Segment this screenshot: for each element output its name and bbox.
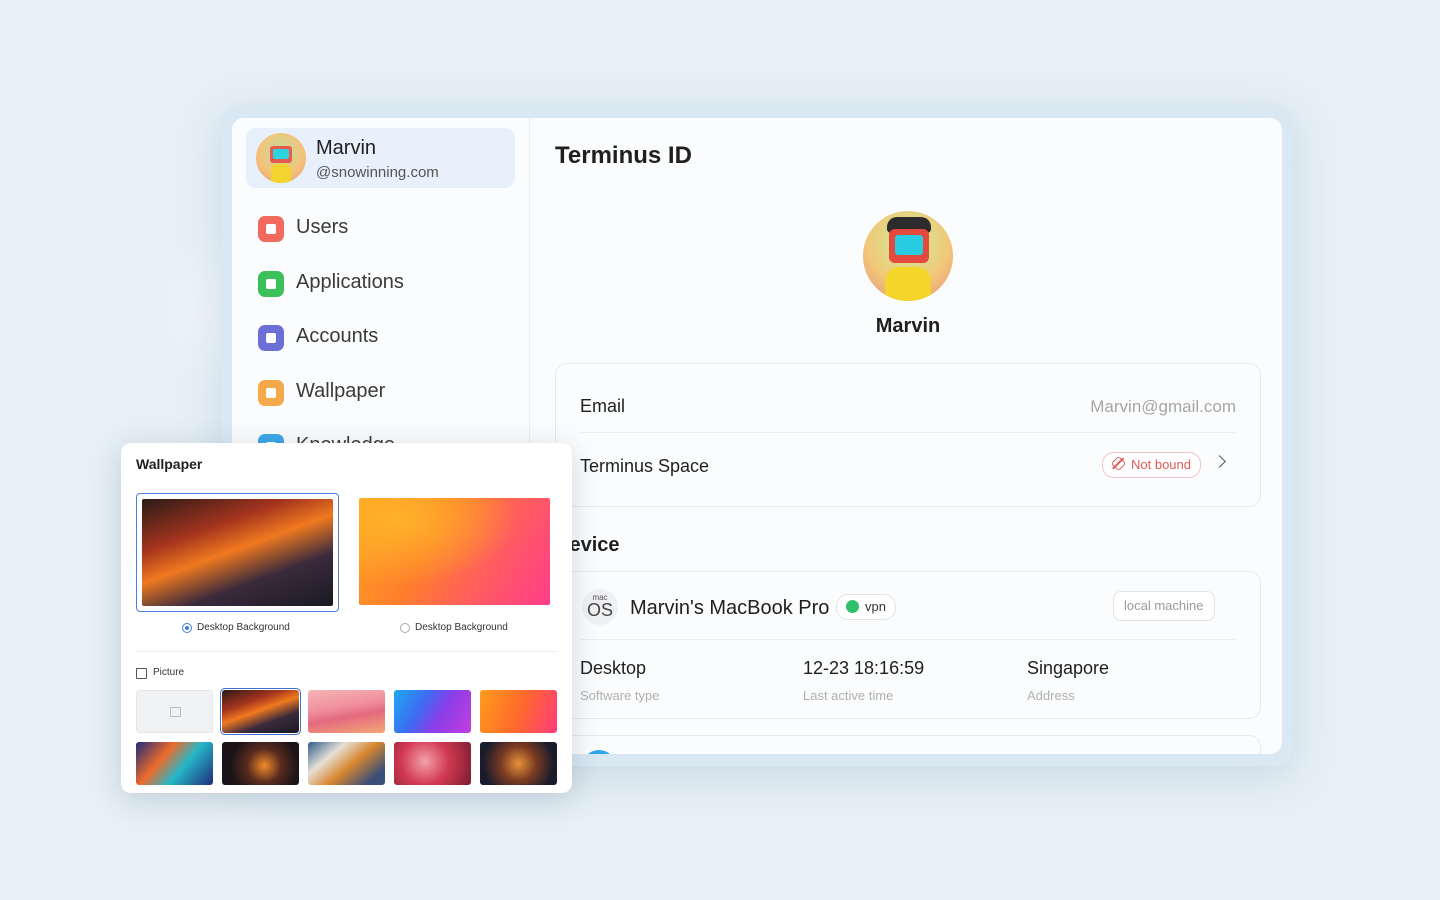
device-card-next[interactable] — [555, 735, 1261, 754]
divider — [580, 432, 1236, 433]
wallpaper-preview-orange — [359, 498, 550, 605]
wallpaper-popup: Wallpaper Desktop Background Desktop Bac… — [121, 443, 572, 793]
sidebar-item-label: Wallpaper — [296, 380, 386, 402]
picture-label-text: Picture — [153, 667, 185, 678]
identity-card: Email Marvin@gmail.com Terminus Space No… — [555, 363, 1261, 507]
terminus-space-label[interactable]: Terminus Space — [580, 456, 709, 477]
sidebar-item-wallpaper[interactable]: Wallpaper — [258, 377, 508, 407]
radio-selected[interactable] — [182, 623, 192, 633]
email-label: Email — [580, 396, 626, 416]
email-value: Marvin@gmail.com — [1090, 397, 1236, 416]
software-type-label: Software type — [580, 688, 660, 703]
sidebar-item-label: Accounts — [296, 325, 379, 347]
last-active-value: 12-23 18:16:59 — [803, 658, 925, 678]
wallpaper-icon — [258, 380, 284, 406]
page-title: Terminus ID — [555, 142, 692, 169]
image-icon — [136, 668, 147, 679]
sidebar-item-users[interactable]: Users — [258, 213, 508, 243]
applications-icon — [258, 271, 284, 297]
sidebar-item-applications[interactable]: Applications — [258, 268, 508, 298]
device-name: Marvin's MacBook Pro — [630, 597, 830, 619]
divider — [580, 639, 1236, 640]
sidebar-item-label: Applications — [296, 271, 404, 293]
main-content: Terminus ID Marvin Email Marvin@gmail.co… — [530, 118, 1282, 754]
chevron-right-icon[interactable] — [1213, 455, 1226, 468]
vpn-text: vpn — [865, 599, 886, 614]
vpn-badge: vpn — [836, 594, 896, 620]
os-big-label: OS — [586, 600, 613, 620]
unlink-icon — [1110, 455, 1127, 472]
user-name: Marvin — [875, 315, 941, 337]
profile-handle: @snowinning.com — [316, 164, 439, 181]
software-type-value: Desktop — [580, 658, 647, 678]
wallpaper-thumb-city[interactable] — [220, 688, 301, 735]
users-icon — [258, 216, 284, 242]
popup-title: Wallpaper — [136, 456, 203, 472]
last-active-label: Last active time — [803, 688, 894, 703]
device-icon — [582, 750, 616, 754]
upload-picture-thumb[interactable] — [136, 690, 213, 733]
macos-icon: mac OS — [582, 589, 618, 625]
wallpaper-option-1[interactable] — [136, 493, 339, 612]
profile-name: Marvin — [316, 137, 377, 159]
wallpaper-thumb-pink[interactable] — [308, 690, 385, 733]
address-label: Address — [1027, 688, 1075, 703]
address-value: Singapore — [1027, 658, 1110, 678]
wallpaper-thumb-purple[interactable] — [394, 690, 471, 733]
wallpaper-thumb-fluid[interactable] — [308, 742, 385, 785]
user-avatar[interactable] — [863, 211, 953, 301]
radio-label: Desktop Background — [415, 622, 508, 633]
accounts-icon — [258, 325, 284, 351]
avatar — [256, 133, 306, 183]
wallpaper-thumb-swirl[interactable] — [222, 742, 299, 785]
profile-card[interactable]: Marvin @snowinning.com — [246, 128, 515, 188]
divider — [136, 651, 557, 652]
wallpaper-preview-city — [142, 499, 333, 606]
device-card[interactable]: mac OS Marvin's MacBook Pro vpn local ma… — [555, 571, 1261, 719]
not-bound-badge: Not bound — [1102, 452, 1201, 478]
wallpaper-thumb-red[interactable] — [394, 742, 471, 785]
sidebar-item-accounts[interactable]: Accounts — [258, 322, 508, 352]
radio-unselected[interactable] — [400, 623, 410, 633]
wallpaper-thumb-blob[interactable] — [136, 742, 213, 785]
wallpaper-option-2[interactable] — [354, 493, 557, 612]
sidebar-item-label: Users — [296, 216, 349, 238]
wallpaper-thumb-orange[interactable] — [480, 690, 557, 733]
local-machine-badge: local machine — [1113, 591, 1215, 621]
not-bound-text: Not bound — [1131, 457, 1191, 472]
globe-icon — [846, 600, 859, 613]
radio-label: Desktop Background — [197, 622, 290, 633]
wallpaper-thumb-nebula[interactable] — [480, 742, 557, 785]
